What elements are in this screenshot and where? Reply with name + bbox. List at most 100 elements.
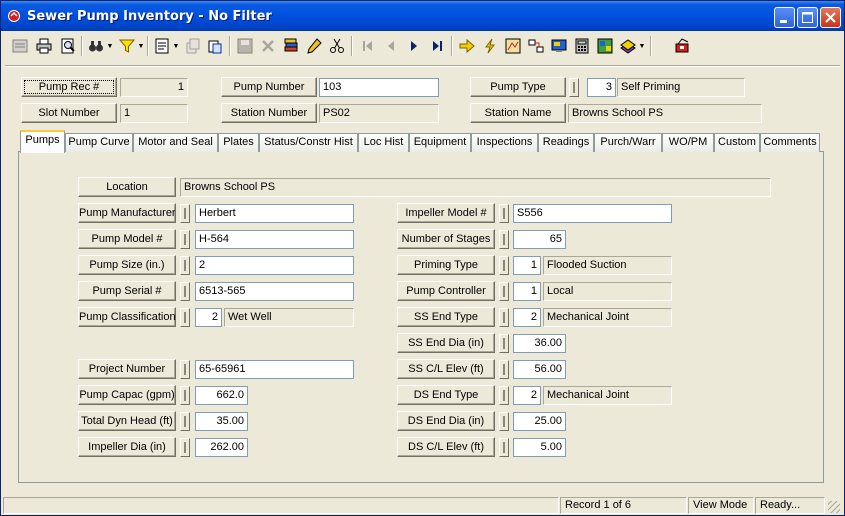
resize-grip-icon[interactable] — [828, 501, 840, 513]
slot-number-button[interactable]: Slot Number — [21, 103, 117, 123]
priming-type-picker[interactable] — [499, 256, 509, 275]
pump-classification-button[interactable]: Pump Classification — [78, 307, 176, 327]
pump-serial-field[interactable]: 6513-565 — [195, 282, 354, 301]
ss-end-type-code-field[interactable]: 2 — [513, 308, 541, 327]
tab-inspections[interactable]: Inspections — [471, 133, 538, 152]
tab-equipment[interactable]: Equipment — [409, 133, 471, 152]
tab-purch-warr[interactable]: Purch/Warr — [594, 133, 662, 152]
total-dyn-head-picker[interactable] — [180, 412, 190, 431]
pump-manufacturer-button[interactable]: Pump Manufacturer — [78, 203, 176, 223]
binoculars-find-icon[interactable] — [85, 34, 107, 58]
first-record-icon[interactable] — [357, 34, 379, 58]
pump-model-picker[interactable] — [180, 230, 190, 249]
priming-type-button[interactable]: Priming Type — [397, 255, 495, 275]
gis-map-icon[interactable] — [594, 34, 616, 58]
pump-type-button[interactable]: Pump Type — [470, 77, 566, 97]
total-dyn-head-field[interactable]: 35.00 — [195, 412, 248, 431]
pump-classification-picker[interactable] — [180, 308, 190, 327]
impeller-model-button[interactable]: Impeller Model # — [397, 203, 495, 223]
link-icon[interactable] — [525, 34, 547, 58]
location-field[interactable]: Browns School PS — [180, 178, 771, 197]
pump-model-button[interactable]: Pump Model # — [78, 229, 176, 249]
impeller-dia-field[interactable]: 262.00 — [195, 438, 248, 457]
print-icon[interactable] — [33, 34, 55, 58]
ss-end-type-picker[interactable] — [499, 308, 509, 327]
stack-report-icon[interactable] — [280, 34, 302, 58]
ss-end-dia-button[interactable]: SS End Dia (in) — [397, 333, 495, 353]
tab-motor-and-seal[interactable]: Motor and Seal — [133, 133, 218, 152]
priming-type-code-field[interactable]: 1 — [513, 256, 541, 275]
ds-end-dia-button[interactable]: DS End Dia (in) — [397, 411, 495, 431]
lightning-icon[interactable] — [479, 34, 501, 58]
tab-pump-curve[interactable]: Pump Curve — [65, 133, 133, 152]
project-number-picker[interactable] — [180, 360, 190, 379]
filter-icon[interactable] — [116, 34, 138, 58]
minimize-button[interactable] — [774, 7, 795, 28]
station-number-field[interactable]: PS02 — [319, 104, 439, 123]
maximize-button[interactable] — [797, 7, 818, 28]
pump-serial-picker[interactable] — [180, 282, 190, 301]
ss-cl-elev-button[interactable]: SS C/L Elev (ft) — [397, 359, 495, 379]
pump-classification-code-field[interactable]: 2 — [195, 308, 222, 327]
ss-end-type-button[interactable]: SS End Type — [397, 307, 495, 327]
ds-cl-elev-field[interactable]: 5.00 — [513, 438, 566, 457]
tab-plates[interactable]: Plates — [218, 133, 259, 152]
ss-cl-elev-field[interactable]: 56.00 — [513, 360, 566, 379]
number-of-stages-button[interactable]: Number of Stages — [397, 229, 495, 249]
books-icon[interactable] — [617, 34, 639, 58]
pump-serial-button[interactable]: Pump Serial # — [78, 281, 176, 301]
books-dropdown-icon[interactable]: ▼ — [638, 34, 646, 58]
project-number-button[interactable]: Project Number — [78, 359, 176, 379]
pump-controller-button[interactable]: Pump Controller — [397, 281, 495, 301]
tab-readings[interactable]: Readings — [538, 133, 594, 152]
find-dropdown-icon[interactable]: ▼ — [106, 34, 114, 58]
pump-type-picker[interactable] — [569, 78, 579, 97]
number-of-stages-field[interactable]: 65 — [513, 230, 566, 249]
new-form-icon[interactable] — [151, 34, 173, 58]
pump-model-field[interactable]: H-564 — [195, 230, 354, 249]
pump-controller-picker[interactable] — [499, 282, 509, 301]
tab-status-constr-hist[interactable]: Status/Constr Hist — [259, 133, 358, 152]
next-record-icon[interactable] — [403, 34, 425, 58]
last-record-icon[interactable] — [426, 34, 448, 58]
slot-number-field[interactable]: 1 — [120, 104, 188, 123]
edit-pencil-icon[interactable] — [303, 34, 325, 58]
pump-size-button[interactable]: Pump Size (in.) — [78, 255, 176, 275]
pump-controller-code-field[interactable]: 1 — [513, 282, 541, 301]
pump-number-button[interactable]: Pump Number — [221, 77, 317, 97]
pump-size-field[interactable]: 2 — [195, 256, 354, 275]
monitor-icon[interactable] — [548, 34, 570, 58]
station-number-button[interactable]: Station Number — [221, 103, 317, 123]
impeller-model-picker[interactable] — [499, 204, 509, 223]
location-button[interactable]: Location — [78, 177, 176, 197]
impeller-dia-button[interactable]: Impeller Dia (in) — [78, 437, 176, 457]
new-record-icon[interactable] — [9, 34, 31, 58]
delete-icon[interactable] — [257, 34, 279, 58]
exit-icon[interactable] — [671, 34, 693, 58]
tab-wo-pm[interactable]: WO/PM — [662, 133, 714, 152]
pump-size-picker[interactable] — [180, 256, 190, 275]
pump-capac-picker[interactable] — [180, 386, 190, 405]
pump-capac-button[interactable]: Pump Capac (gpm) — [78, 385, 176, 405]
impeller-dia-picker[interactable] — [180, 438, 190, 457]
save-icon[interactable] — [234, 34, 256, 58]
goto-arrow-icon[interactable] — [456, 34, 478, 58]
ds-cl-elev-button[interactable]: DS C/L Elev (ft) — [397, 437, 495, 457]
ds-end-type-code-field[interactable]: 2 — [513, 386, 541, 405]
pump-rec-button[interactable]: Pump Rec # — [21, 77, 117, 97]
previous-record-icon[interactable] — [380, 34, 402, 58]
ds-end-dia-field[interactable]: 25.00 — [513, 412, 566, 431]
tab-comments[interactable]: Comments — [760, 133, 820, 152]
calculator-icon[interactable] — [571, 34, 593, 58]
title-bar[interactable]: Sewer Pump Inventory - No Filter — [1, 1, 844, 31]
pump-manufacturer-picker[interactable] — [180, 204, 190, 223]
ss-cl-elev-picker[interactable] — [499, 360, 509, 379]
copy-record-icon[interactable] — [182, 34, 204, 58]
impeller-model-field[interactable]: S556 — [513, 204, 672, 223]
ds-end-type-button[interactable]: DS End Type — [397, 385, 495, 405]
ss-end-dia-field[interactable]: 36.00 — [513, 334, 566, 353]
station-name-field[interactable]: Browns School PS — [568, 104, 762, 123]
ds-end-type-picker[interactable] — [499, 386, 509, 405]
tab-pumps[interactable]: Pumps — [20, 130, 65, 153]
form-dropdown-icon[interactable]: ▼ — [172, 34, 180, 58]
